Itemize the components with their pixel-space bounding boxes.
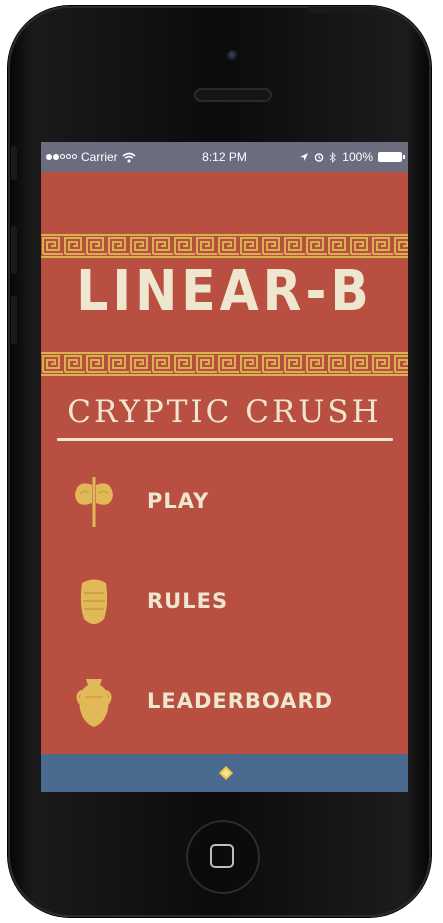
app-screen: Carrier 8:12 PM 100% LINEAR-B CRYPTIC CR… [41, 142, 408, 792]
bluetooth-icon [329, 151, 337, 163]
meander-border-top [41, 234, 408, 258]
location-icon [300, 153, 309, 161]
greek-key-pattern [41, 234, 408, 258]
menu-play-label: PLAY [147, 489, 210, 513]
menu-play-button[interactable]: PLAY [41, 467, 408, 537]
app-title: LINEAR-B [76, 259, 373, 324]
battery-icon [378, 152, 405, 162]
bottom-bar [41, 754, 408, 792]
home-button[interactable] [186, 820, 260, 894]
speaker-icon [196, 90, 270, 100]
menu-rules-label: RULES [147, 589, 229, 613]
mute-switch[interactable] [11, 146, 17, 180]
meander-border-bottom [41, 352, 408, 376]
volume-down-button[interactable] [11, 296, 17, 344]
power-button[interactable] [308, 7, 378, 13]
status-right: 100% [299, 150, 405, 164]
menu-leaderboard-button[interactable]: LEADERBOARD [41, 667, 408, 737]
home-button-icon [210, 844, 234, 868]
diamond-icon[interactable] [219, 766, 233, 780]
menu-rules-button[interactable]: RULES [41, 567, 408, 637]
volume-up-button[interactable] [11, 226, 17, 274]
shield-icon [80, 579, 108, 624]
double-axe-icon [75, 477, 113, 527]
menu-leaderboard-label: LEADERBOARD [147, 689, 334, 713]
divider [57, 438, 393, 441]
status-bar: Carrier 8:12 PM 100% [41, 142, 408, 172]
app-subtitle: CRYPTIC CRUSH [67, 394, 382, 430]
alarm-icon [314, 153, 324, 162]
battery-percent: 100% [342, 150, 373, 164]
greek-key-pattern [41, 352, 408, 376]
amphora-icon [76, 679, 112, 727]
camera-icon [227, 50, 239, 62]
